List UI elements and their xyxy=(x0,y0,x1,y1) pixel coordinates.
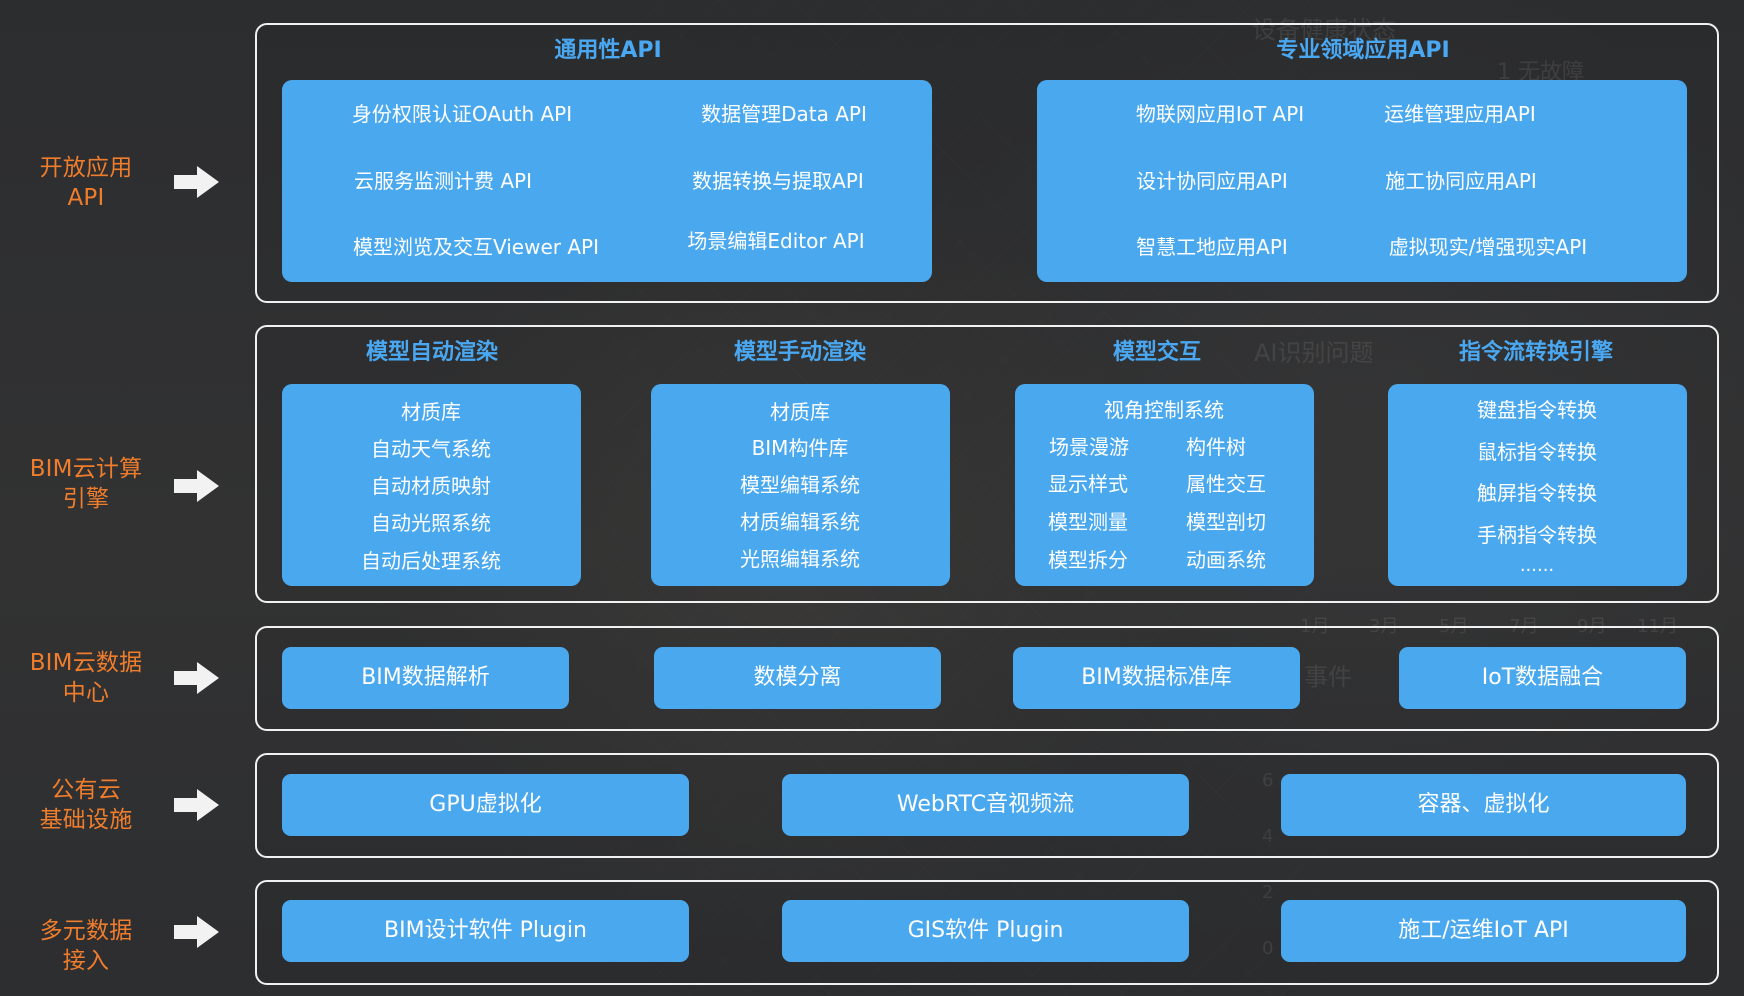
engine-column-4-item-2: 鼠标指令转换 xyxy=(1477,440,1597,464)
public-cloud-item-webrtc: WebRTC音视频流 xyxy=(782,774,1189,836)
data-access-item-bim-plugin: BIM设计软件 Plugin xyxy=(282,900,689,962)
engine-column-2-item-4: 材质编辑系统 xyxy=(740,510,860,534)
engine-column-4-item-3: 触屏指令转换 xyxy=(1477,481,1597,505)
public-cloud-item-gpu: GPU虚拟化 xyxy=(282,774,689,836)
row-label-data-access-line-1: 多元数据 xyxy=(39,918,133,944)
engine-column-1-item-1: 材质库 xyxy=(401,400,461,424)
general-api-item-data: 数据管理Data API xyxy=(701,102,867,126)
domain-api-item-vr-ar: 虚拟现实/增强现实API xyxy=(1388,235,1588,259)
domain-api-item-iot: 物联网应用IoT API xyxy=(1135,102,1305,126)
data-access-item-gis-plugin: GIS软件 Plugin xyxy=(782,900,1189,962)
engine-column-1-title: 模型自动渲染 xyxy=(365,340,499,365)
row-label-bim-cloud-engine-line-1: BIM云计算 xyxy=(29,456,143,482)
engine-column-4-item-1: 键盘指令转换 xyxy=(1477,398,1597,422)
engine-column-4-title: 指令流转换引擎 xyxy=(1458,340,1614,365)
engine-column-3-header: 视角控制系统 xyxy=(1104,398,1224,422)
engine-column-2-item-2: BIM构件库 xyxy=(751,436,849,460)
engine-column-3-left-item-4: 模型拆分 xyxy=(1048,548,1128,572)
engine-column-3-title: 模型交互 xyxy=(1112,340,1202,365)
data-center-item-separation: 数模分离 xyxy=(654,647,941,709)
row-label-bim-data-center: BIM云数据 中心 xyxy=(0,648,172,708)
data-center-item-bim-parsing: BIM数据解析 xyxy=(282,647,569,709)
engine-column-2-item-3: 模型编辑系统 xyxy=(740,473,860,497)
row-label-public-cloud: 公有云 基础设施 xyxy=(0,775,172,835)
row-label-bim-cloud-engine-line-2: 引擎 xyxy=(62,486,110,512)
engine-column-3-right-item-2: 属性交互 xyxy=(1186,472,1266,496)
engine-column-2-title: 模型手动渲染 xyxy=(733,340,867,365)
general-api-item-monitoring: 云服务监测计费 API xyxy=(354,169,532,193)
engine-column-2-item-5: 光照编辑系统 xyxy=(740,547,860,571)
general-api-item-editor: 场景编辑Editor API xyxy=(687,229,865,253)
engine-column-3-left-item-3: 模型测量 xyxy=(1048,510,1128,534)
row-label-open-api-line-1: 开放应用 xyxy=(39,155,133,181)
engine-column-1-item-2: 自动天气系统 xyxy=(371,437,491,461)
row-label-data-access-line-2: 接入 xyxy=(62,948,110,974)
data-center-item-standard-library: BIM数据标准库 xyxy=(1013,647,1300,709)
right-arrow-icon xyxy=(172,785,222,825)
domain-api-title: 专业领域应用API xyxy=(1276,38,1450,63)
engine-column-4-item-4: 手柄指令转换 xyxy=(1477,523,1597,547)
data-center-item-iot-fusion: IoT数据融合 xyxy=(1399,647,1686,709)
engine-column-3-right-item-1: 构件树 xyxy=(1186,435,1246,459)
row-label-bim-data-center-line-2: 中心 xyxy=(62,680,110,706)
row-label-public-cloud-line-1: 公有云 xyxy=(51,777,121,803)
domain-api-item-smart-site: 智慧工地应用API xyxy=(1136,235,1288,259)
engine-column-3-right-item-3: 模型剖切 xyxy=(1186,510,1266,534)
general-api-title: 通用性API xyxy=(554,38,662,63)
row-label-open-api: 开放应用 API xyxy=(0,153,172,213)
row-label-open-api-line-2: API xyxy=(67,185,105,211)
engine-column-4-item-5: ...... xyxy=(1519,555,1555,576)
data-access-item-iot-api: 施工/运维IoT API xyxy=(1281,900,1686,962)
public-cloud-item-container: 容器、虚拟化 xyxy=(1281,774,1686,836)
general-api-item-conversion: 数据转换与提取API xyxy=(692,169,864,193)
engine-column-1-item-4: 自动光照系统 xyxy=(371,511,491,535)
engine-column-3-right-item-4: 动画系统 xyxy=(1186,548,1266,572)
engine-column-2-item-1: 材质库 xyxy=(770,400,830,424)
domain-api-card xyxy=(1037,80,1687,282)
row-label-data-access: 多元数据 接入 xyxy=(0,916,172,976)
right-arrow-icon xyxy=(172,162,222,202)
right-arrow-icon xyxy=(172,466,222,506)
domain-api-item-operations: 运维管理应用API xyxy=(1384,102,1536,126)
engine-column-1-item-5: 自动后处理系统 xyxy=(361,549,501,573)
row-label-public-cloud-line-2: 基础设施 xyxy=(39,807,133,833)
domain-api-item-design: 设计协同应用API xyxy=(1136,169,1288,193)
row-label-bim-cloud-engine: BIM云计算 引擎 xyxy=(0,454,172,514)
right-arrow-icon xyxy=(172,912,222,952)
engine-column-3-left-item-1: 场景漫游 xyxy=(1049,435,1129,459)
general-api-item-oauth: 身份权限认证OAuth API xyxy=(351,102,573,126)
general-api-item-viewer: 模型浏览及交互Viewer API xyxy=(353,235,599,259)
row-label-bim-data-center-line-1: BIM云数据 xyxy=(29,650,143,676)
engine-column-3-left-item-2: 显示样式 xyxy=(1048,472,1128,496)
domain-api-item-construction: 施工协同应用API xyxy=(1385,169,1537,193)
right-arrow-icon xyxy=(172,658,222,698)
engine-column-1-item-3: 自动材质映射 xyxy=(371,474,491,498)
